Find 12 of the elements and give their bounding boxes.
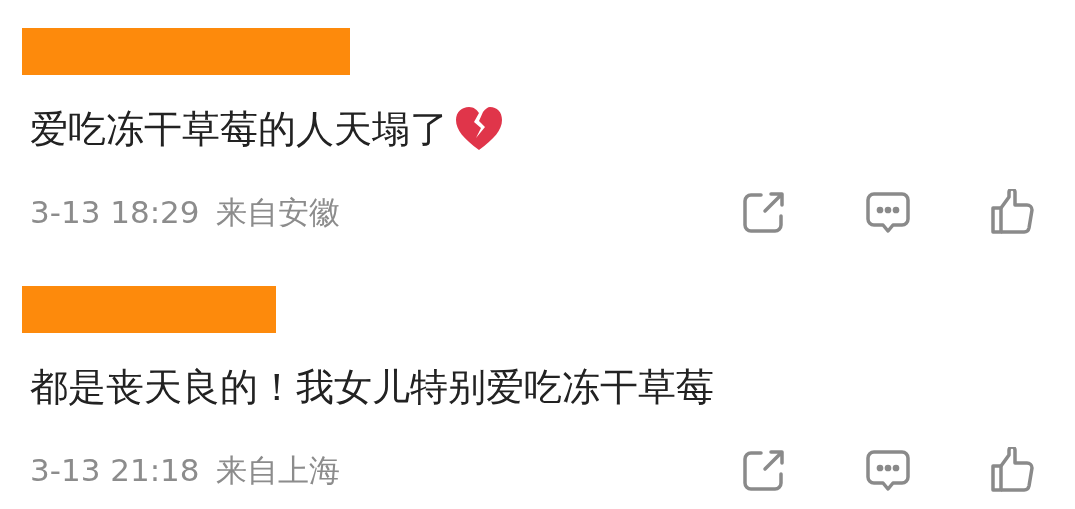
comment-text: 都是丧天良的！我女儿特别爱吃冻干草莓: [30, 364, 714, 411]
comment-time: 3-13 18:29: [30, 193, 200, 232]
share-icon[interactable]: [741, 189, 787, 235]
comment-location: 来自安徽: [215, 193, 340, 232]
thumbs-up-icon[interactable]: [989, 189, 1035, 235]
comment-location: 来自上海: [215, 451, 340, 490]
comment-text: 爱吃冻干草莓的人天塌了: [30, 106, 448, 153]
comment-time: 3-13 21:18: [30, 451, 200, 490]
thumbs-up-icon[interactable]: [989, 447, 1035, 493]
comment-icon[interactable]: [865, 447, 911, 493]
comment-icon[interactable]: [865, 189, 911, 235]
share-icon[interactable]: [741, 447, 787, 493]
